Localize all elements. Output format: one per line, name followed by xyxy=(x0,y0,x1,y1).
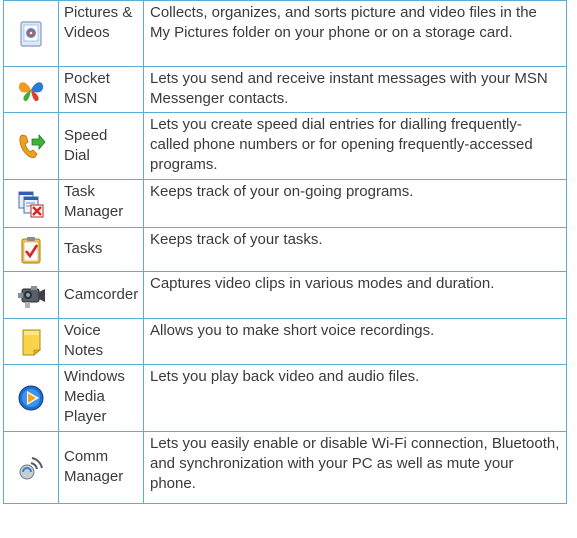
voice-notes-icon xyxy=(16,327,46,357)
table-row: Comm Manager Lets you easily enable or d… xyxy=(3,431,567,504)
pocket-msn-butterfly-icon xyxy=(16,75,46,105)
programs-table: Pictures & Videos Collects, organizes, a… xyxy=(3,0,567,504)
program-description: Collects, organizes, and sorts picture a… xyxy=(143,0,567,67)
icon-cell xyxy=(3,364,59,432)
task-manager-icon xyxy=(16,189,46,219)
program-name: Task Manager xyxy=(58,179,144,228)
program-name: Voice Notes xyxy=(58,318,144,365)
table-row: Speed Dial Lets you create speed dial en… xyxy=(3,112,567,180)
icon-cell xyxy=(3,66,59,113)
program-description: Keeps track of your on-going programs. xyxy=(143,179,567,228)
icon-cell xyxy=(3,0,59,67)
program-name: Pictures & Videos xyxy=(58,0,144,67)
program-name: Pocket MSN xyxy=(58,66,144,113)
program-description: Lets you send and receive instant messag… xyxy=(143,66,567,113)
icon-cell xyxy=(3,431,59,504)
program-description: Allows you to make short voice recording… xyxy=(143,318,567,365)
program-description: Lets you play back video and audio files… xyxy=(143,364,567,432)
speed-dial-phone-icon xyxy=(16,131,46,161)
program-name: Comm Manager xyxy=(58,431,144,504)
program-description: Lets you create speed dial entries for d… xyxy=(143,112,567,180)
tasks-clipboard-icon xyxy=(16,235,46,265)
program-name: Speed Dial xyxy=(58,112,144,180)
program-name: Camcorder xyxy=(58,271,144,319)
icon-cell xyxy=(3,318,59,365)
icon-cell xyxy=(3,112,59,180)
table-row: Voice Notes Allows you to make short voi… xyxy=(3,318,567,365)
icon-cell xyxy=(3,179,59,228)
comm-manager-icon xyxy=(16,453,46,483)
program-name: Tasks xyxy=(58,227,144,272)
table-row: Pocket MSN Lets you send and receive ins… xyxy=(3,66,567,113)
table-row: Windows Media Player Lets you play back … xyxy=(3,364,567,432)
camcorder-icon xyxy=(16,280,46,310)
icon-cell xyxy=(3,227,59,272)
table-row: Pictures & Videos Collects, organizes, a… xyxy=(3,0,567,67)
windows-media-player-icon xyxy=(16,383,46,413)
program-description: Keeps track of your tasks. xyxy=(143,227,567,272)
program-description: Captures video clips in various modes an… xyxy=(143,271,567,319)
document-page: Pictures & Videos Collects, organizes, a… xyxy=(0,0,577,538)
table-row: Task Manager Keeps track of your on-goin… xyxy=(3,179,567,228)
icon-cell xyxy=(3,271,59,319)
program-description: Lets you easily enable or disable Wi-Fi … xyxy=(143,431,567,504)
pictures-videos-icon xyxy=(16,19,46,49)
table-row: Camcorder Captures video clips in variou… xyxy=(3,271,567,319)
table-row: Tasks Keeps track of your tasks. xyxy=(3,227,567,272)
program-name: Windows Media Player xyxy=(58,364,144,432)
